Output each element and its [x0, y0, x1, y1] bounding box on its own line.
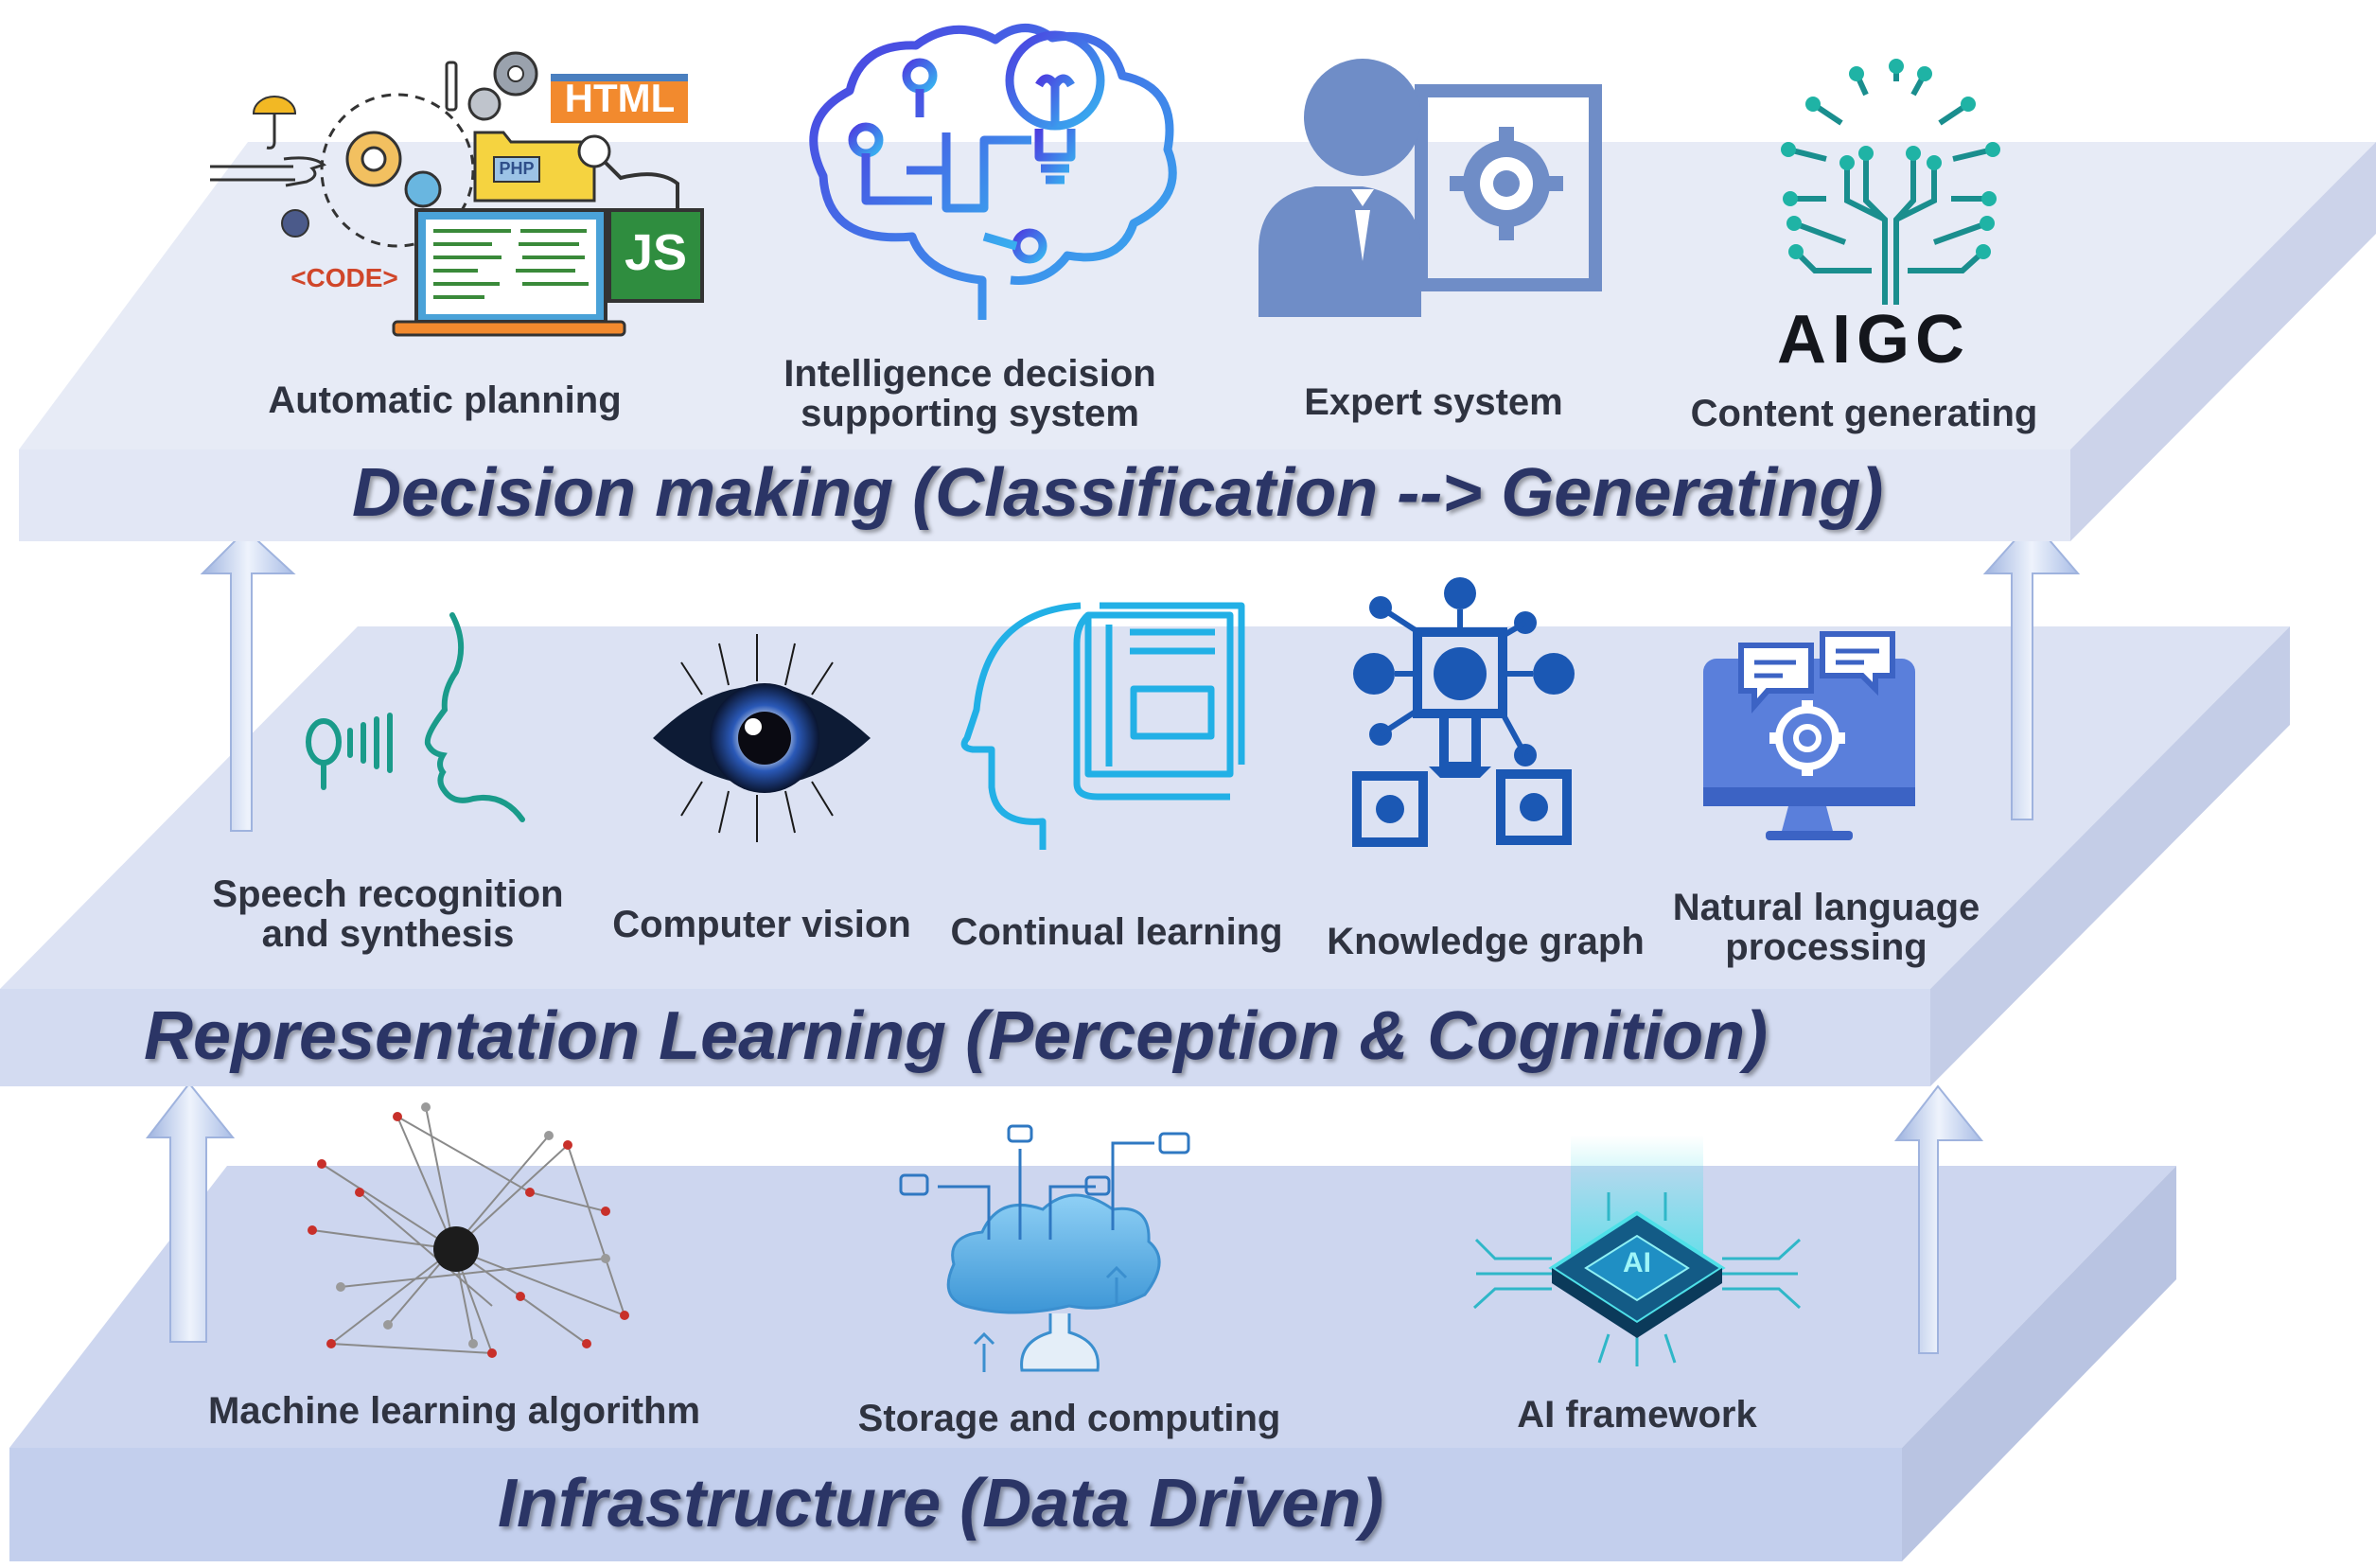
label-computer-vision: Computer vision: [612, 904, 911, 945]
label-storage-computing: Storage and computing: [857, 1398, 1281, 1439]
label-ai-framework: AI framework: [1517, 1394, 1757, 1436]
label-speech: Speech recognition and synthesis: [180, 874, 596, 954]
label-nlp-line2: processing: [1725, 926, 1927, 968]
label-speech-line1: Speech recognition: [212, 873, 564, 915]
label-automatic-planning: Automatic planning: [268, 379, 622, 421]
decision-layer-title: Decision making (Classification --> Gene…: [352, 455, 1884, 531]
code-tag-text: <CODE>: [290, 263, 398, 292]
ai-chip-text: AI: [1623, 1247, 1651, 1278]
label-ml-algorithm: Machine learning algorithm: [207, 1390, 701, 1432]
label-continual-learning: Continual learning: [950, 911, 1283, 953]
label-nlp: Natural language processing: [1646, 888, 2006, 967]
label-speech-line2: and synthesis: [261, 913, 515, 955]
js-tag-text: JS: [624, 224, 688, 281]
label-nlp-line1: Natural language: [1672, 887, 1980, 928]
label-intelligence-decision: Intelligence decision supporting system: [748, 354, 1192, 433]
label-expert-system: Expert system: [1304, 381, 1563, 423]
infrastructure-layer-title: Infrastructure (Data Driven): [498, 1466, 1384, 1542]
label-intelligence-decision-line1: Intelligence decision: [783, 353, 1156, 395]
label-intelligence-decision-line2: supporting system: [801, 393, 1139, 434]
expert-system-icon: [1258, 59, 1602, 317]
representation-layer-title: Representation Learning (Perception & Co…: [144, 998, 1769, 1074]
label-content-generating: Content generating: [1690, 393, 2038, 434]
aigc-logo-text: AIGC: [1777, 302, 1970, 378]
php-tag-text: PHP: [499, 159, 535, 178]
diagram-canvas: [0, 24, 2376, 1561]
html-tag-text: HTML: [564, 76, 676, 120]
label-knowledge-graph: Knowledge graph: [1327, 921, 1645, 962]
